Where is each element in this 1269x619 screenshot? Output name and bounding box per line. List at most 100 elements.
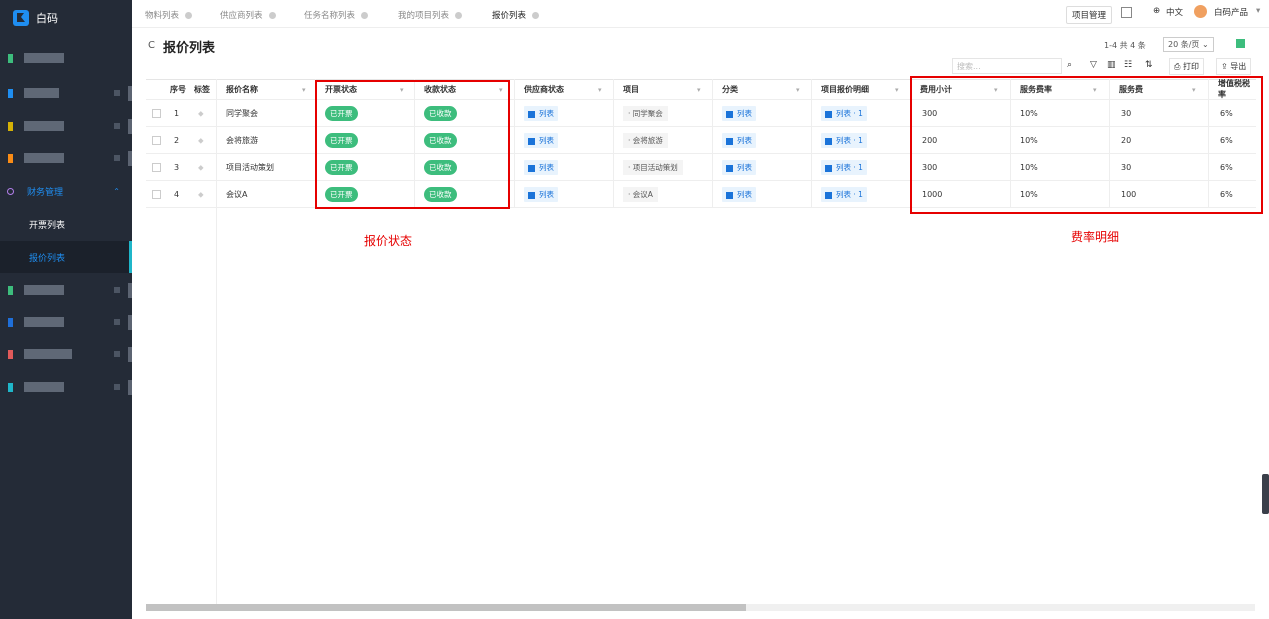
tab-suppliers[interactable]: 供应商列表 (220, 9, 276, 21)
sidebar-item-blurred-7[interactable] (0, 338, 132, 370)
caret-down-icon[interactable]: ▾ (895, 86, 899, 94)
col-header-name[interactable]: 报价名称 (226, 79, 258, 99)
row-checkbox[interactable] (152, 154, 161, 181)
detail-list-link[interactable]: 列表 · 1 (821, 106, 867, 121)
sidebar-item-invoice-list[interactable]: 开票列表 (0, 208, 132, 240)
project-tag[interactable]: · 会将旅游 (623, 133, 668, 148)
link-icon (726, 164, 733, 172)
col-header-no[interactable]: 序号 (170, 79, 186, 99)
row-checkbox[interactable] (152, 181, 161, 208)
link-icon (528, 137, 535, 145)
search-input[interactable]: 搜索... (952, 58, 1062, 74)
tab-my-projects[interactable]: 我的项目列表 (398, 9, 463, 21)
refresh-icon[interactable]: C (148, 40, 155, 51)
globe-icon[interactable]: ⊕ (1153, 6, 1160, 16)
supplier-list-link[interactable]: 列表 (524, 187, 558, 202)
close-icon[interactable] (268, 12, 276, 19)
tag-icon[interactable]: ⬥ (198, 127, 204, 154)
link-icon (825, 191, 832, 199)
col-header-supplier[interactable]: 供应商状态 (524, 79, 564, 99)
quote-name[interactable]: 项目活动策划 (226, 154, 274, 181)
filter-icon[interactable]: ▽ (1090, 60, 1097, 70)
row-checkbox[interactable] (152, 100, 161, 127)
tab-quotes[interactable]: 报价列表 (492, 9, 540, 21)
col-header-tag[interactable]: 标签 (194, 79, 210, 99)
page-size-select[interactable]: 20 条/页 ⌄ (1163, 37, 1214, 52)
help-icon[interactable] (1121, 7, 1132, 18)
detail-list-link[interactable]: 列表 · 1 (821, 187, 867, 202)
category-list-label: 列表 (737, 136, 752, 145)
project-tag[interactable]: · 会议A (623, 187, 658, 202)
quote-name[interactable]: 同学聚会 (226, 100, 258, 127)
chevron-down-icon[interactable]: ▾ (1256, 6, 1260, 16)
close-icon[interactable] (361, 12, 369, 19)
logo[interactable]: 白码 (12, 8, 58, 28)
tab-tasks[interactable]: 任务名称列表 (304, 9, 369, 21)
col-header-detail[interactable]: 项目报价明细 (821, 79, 869, 99)
caret-down-icon[interactable]: ▾ (598, 86, 602, 94)
col-header-project[interactable]: 项目 (623, 79, 639, 99)
tag-icon[interactable]: ⬥ (198, 181, 204, 208)
caret-down-icon[interactable]: ▾ (796, 86, 800, 94)
sidebar-item-blurred-5[interactable] (0, 274, 132, 306)
supplier-list-link[interactable]: 列表 (524, 160, 558, 175)
language-select[interactable]: 中文 (1166, 6, 1183, 18)
link-icon (528, 110, 535, 118)
supplier-list-link[interactable]: 列表 (524, 133, 558, 148)
category-list-link[interactable]: 列表 (722, 106, 756, 121)
row-checkbox[interactable] (152, 127, 161, 154)
col-header-category[interactable]: 分类 (722, 79, 738, 99)
close-icon[interactable] (185, 12, 193, 19)
columns-icon[interactable]: ☷ (1124, 60, 1132, 70)
quote-name[interactable]: 会议A (226, 181, 247, 208)
tab-label: 我的项目列表 (398, 11, 450, 21)
category-list-link[interactable]: 列表 (722, 187, 756, 202)
project-tag[interactable]: · 项目活动策划 (623, 160, 683, 175)
close-icon[interactable] (455, 12, 463, 19)
link-icon (726, 191, 733, 199)
search-icon[interactable]: ⌕ (1067, 60, 1072, 70)
tab-materials[interactable]: 物料列表 (145, 9, 193, 21)
print-button[interactable]: ⎙ 打印 (1169, 58, 1204, 75)
sidebar-group-finance[interactable]: 财务管理 ⌃ (0, 175, 132, 207)
scrollbar-thumb[interactable] (146, 604, 746, 611)
sidebar-item-blurred-2[interactable] (0, 77, 132, 109)
project-tag[interactable]: · 同学聚会 (623, 106, 668, 121)
side-handle[interactable] (1262, 474, 1269, 514)
close-icon[interactable] (532, 12, 540, 19)
supplier-list-label: 列表 (539, 109, 554, 118)
sidebar-item-quote-list[interactable]: 报价列表 (0, 241, 132, 273)
quote-name[interactable]: 会将旅游 (226, 127, 258, 154)
active-indicator (129, 241, 132, 273)
horizontal-scrollbar[interactable] (146, 604, 1255, 611)
category-list-label: 列表 (737, 190, 752, 199)
row-number: 1 (174, 109, 180, 118)
sort-icon[interactable]: ⇅ (1145, 60, 1153, 70)
sidebar-item-blurred-1[interactable] (0, 42, 132, 74)
avatar[interactable] (1194, 5, 1207, 18)
sidebar-item-blurred-4[interactable] (0, 142, 132, 174)
tag-icon[interactable]: ⬥ (198, 100, 204, 127)
link-icon (726, 137, 733, 145)
caret-down-icon[interactable]: ▾ (302, 86, 306, 94)
supplier-list-link[interactable]: 列表 (524, 106, 558, 121)
category-list-link[interactable]: 列表 (722, 160, 756, 175)
sidebar-item-blurred-8[interactable] (0, 371, 132, 403)
user-name[interactable]: 白码产品 (1214, 6, 1248, 18)
caret-down-icon[interactable]: ▾ (697, 86, 701, 94)
grid-view-icon[interactable] (1236, 39, 1245, 48)
project-mgmt-button[interactable]: 项目管理 (1066, 6, 1113, 24)
link-icon (528, 191, 535, 199)
detail-list-link[interactable]: 列表 · 1 (821, 160, 867, 175)
export-button[interactable]: ⇪ 导出 (1216, 58, 1252, 75)
sidebar-item-blurred-6[interactable] (0, 306, 132, 338)
sidebar: 白码 财务管理 ⌃ 开票列表 报价列表 (0, 0, 132, 619)
category-list-link[interactable]: 列表 (722, 133, 756, 148)
tag-icon[interactable]: ⬥ (198, 154, 204, 181)
app-name: 白码 (36, 12, 58, 25)
status-highlight-box (315, 80, 510, 209)
sidebar-item-blurred-3[interactable] (0, 110, 132, 142)
logo-icon (13, 10, 29, 26)
detail-list-link[interactable]: 列表 · 1 (821, 133, 867, 148)
chart-icon[interactable]: ▥ (1107, 60, 1116, 70)
